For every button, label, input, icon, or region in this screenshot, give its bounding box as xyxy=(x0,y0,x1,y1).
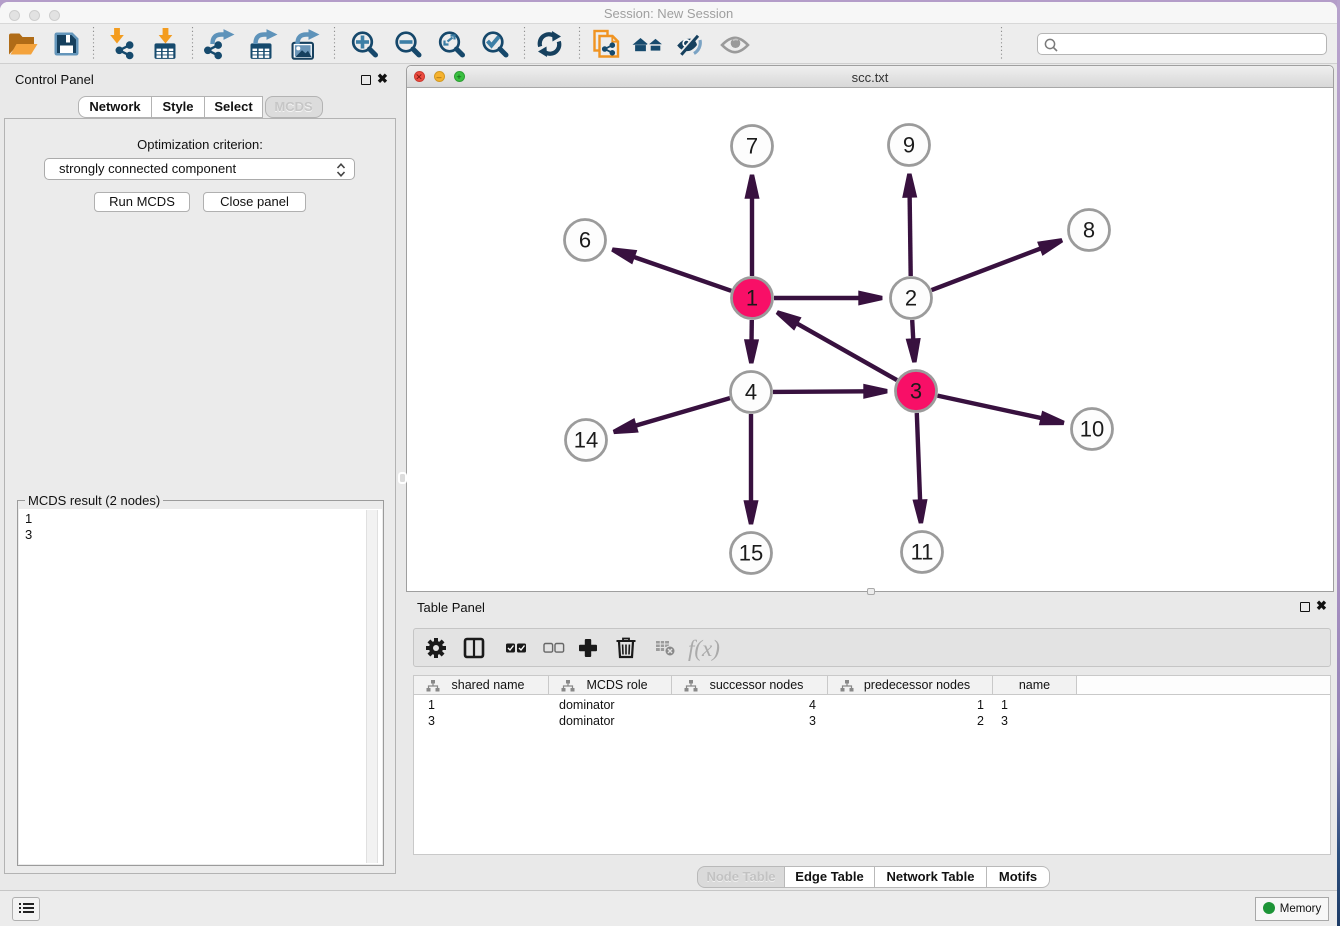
svg-text:11: 11 xyxy=(911,540,934,565)
svg-text:9: 9 xyxy=(903,133,915,158)
svg-text:14: 14 xyxy=(574,428,598,453)
svg-text:3: 3 xyxy=(910,379,922,404)
svg-text:10: 10 xyxy=(1080,417,1104,442)
svg-text:4: 4 xyxy=(745,380,757,405)
svg-text:6: 6 xyxy=(579,228,591,253)
svg-text:15: 15 xyxy=(739,541,763,566)
svg-text:1: 1 xyxy=(746,286,758,311)
svg-text:2: 2 xyxy=(905,286,917,311)
svg-text:7: 7 xyxy=(746,134,758,159)
svg-text:8: 8 xyxy=(1083,218,1095,243)
svg-text:f(x): f(x) xyxy=(688,636,720,661)
